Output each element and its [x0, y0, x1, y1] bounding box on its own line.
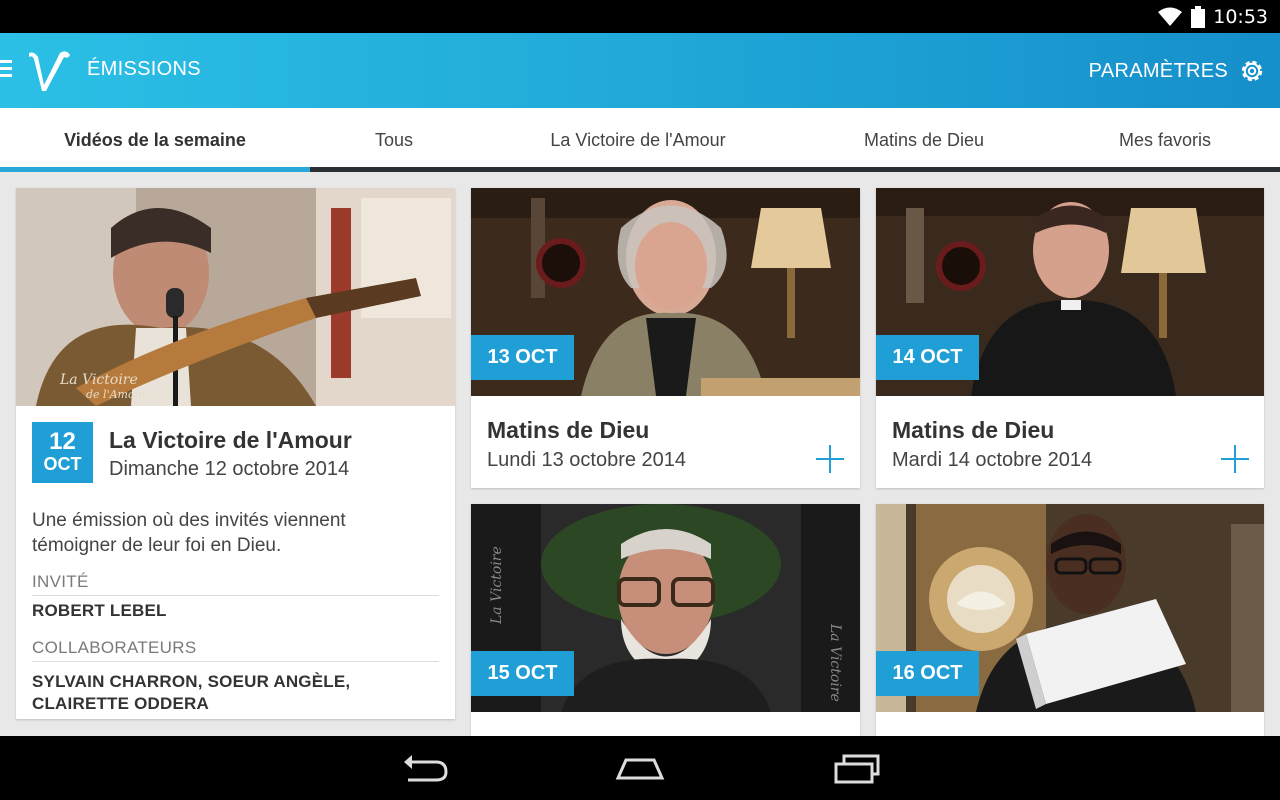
content-area[interactable]: La Victoire de l'Amour 12 OCT La Victoir… — [0, 172, 1280, 736]
app-bar: ÉMISSIONS PARAMÈTRES — [0, 33, 1280, 108]
svg-text:La Victoire: La Victoire — [827, 623, 843, 702]
svg-text:La Victoire: La Victoire — [489, 546, 505, 625]
back-icon[interactable] — [396, 750, 452, 786]
hamburger-icon[interactable] — [0, 60, 14, 80]
featured-thumbnail: La Victoire de l'Amour — [16, 188, 455, 406]
status-indicators: 10:53 — [1157, 0, 1268, 33]
recent-apps-icon[interactable] — [830, 750, 886, 786]
featured-description: Une émission où des invités viennent tém… — [32, 510, 346, 556]
collaborators-value: SYLVAIN CHARRON, SOEUR ANGÈLE, CLAIRETTE… — [32, 672, 351, 713]
episode-date: Lundi 13 octobre 2014 — [487, 449, 687, 471]
add-favorite-button[interactable] — [1220, 444, 1250, 474]
episode-card[interactable]: 14 OCT Matins de Dieu Mardi 14 octobre 2… — [876, 188, 1264, 488]
settings-label: PARAMÈTRES — [1088, 59, 1228, 82]
guest-divider — [32, 595, 439, 596]
episode-date: Mardi 14 octobre 2014 — [892, 449, 1093, 471]
status-bar: 10:53 — [0, 0, 1280, 33]
episode-card[interactable]: La Victoire La Victoire 15 OCT — [471, 504, 860, 736]
featured-episode-card[interactable]: La Victoire de l'Amour 12 OCT La Victoir… — [16, 188, 455, 719]
gear-icon — [1241, 60, 1263, 82]
guest-label: INVITÉ — [32, 572, 89, 591]
add-favorite-button[interactable] — [815, 444, 845, 474]
navigation-bar — [0, 736, 1280, 800]
episode-title: Matins de Dieu — [487, 417, 650, 443]
episode-card[interactable]: 16 OCT — [876, 504, 1264, 736]
tab-videos-semaine[interactable]: Vidéos de la semaine — [0, 108, 310, 172]
victoire-v-logo[interactable] — [24, 45, 74, 95]
wifi-icon — [1158, 7, 1183, 26]
episode-title: Matins de Dieu — [892, 417, 1055, 443]
home-icon[interactable] — [612, 750, 668, 786]
featured-title: La Victoire de l'Amour — [109, 427, 352, 453]
collaborators-divider — [32, 661, 439, 662]
episode-date-badge: 13 OCT — [471, 335, 574, 380]
svg-text:La Victoire: La Victoire — [59, 372, 138, 388]
episode-date-badge: 14 OCT — [876, 335, 979, 380]
svg-text:de l'Amour: de l'Amour — [86, 388, 148, 401]
tab-bar: Vidéos de la semaine Tous La Victoire de… — [0, 108, 1280, 172]
tab-victoire-amour[interactable]: La Victoire de l'Amour — [478, 108, 798, 172]
episode-date-badge: 15 OCT — [471, 651, 574, 696]
episode-card[interactable]: 13 OCT Matins de Dieu Lundi 13 octobre 2… — [471, 188, 860, 488]
featured-date-badge: 12 OCT — [32, 422, 93, 483]
settings-button[interactable]: PARAMÈTRES — [1089, 51, 1266, 91]
episode-date-badge: 16 OCT — [876, 651, 979, 696]
tab-mes-favoris[interactable]: Mes favoris — [1050, 108, 1280, 172]
guest-value: ROBERT LEBEL — [32, 601, 167, 620]
tab-tous[interactable]: Tous — [310, 108, 478, 172]
featured-date: Dimanche 12 octobre 2014 — [109, 458, 350, 480]
tab-matins-dieu[interactable]: Matins de Dieu — [798, 108, 1050, 172]
battery-icon — [1191, 5, 1206, 28]
status-time: 10:53 — [1213, 5, 1268, 28]
app-title: ÉMISSIONS — [87, 58, 201, 80]
collaborators-label: COLLABORATEURS — [32, 638, 197, 657]
